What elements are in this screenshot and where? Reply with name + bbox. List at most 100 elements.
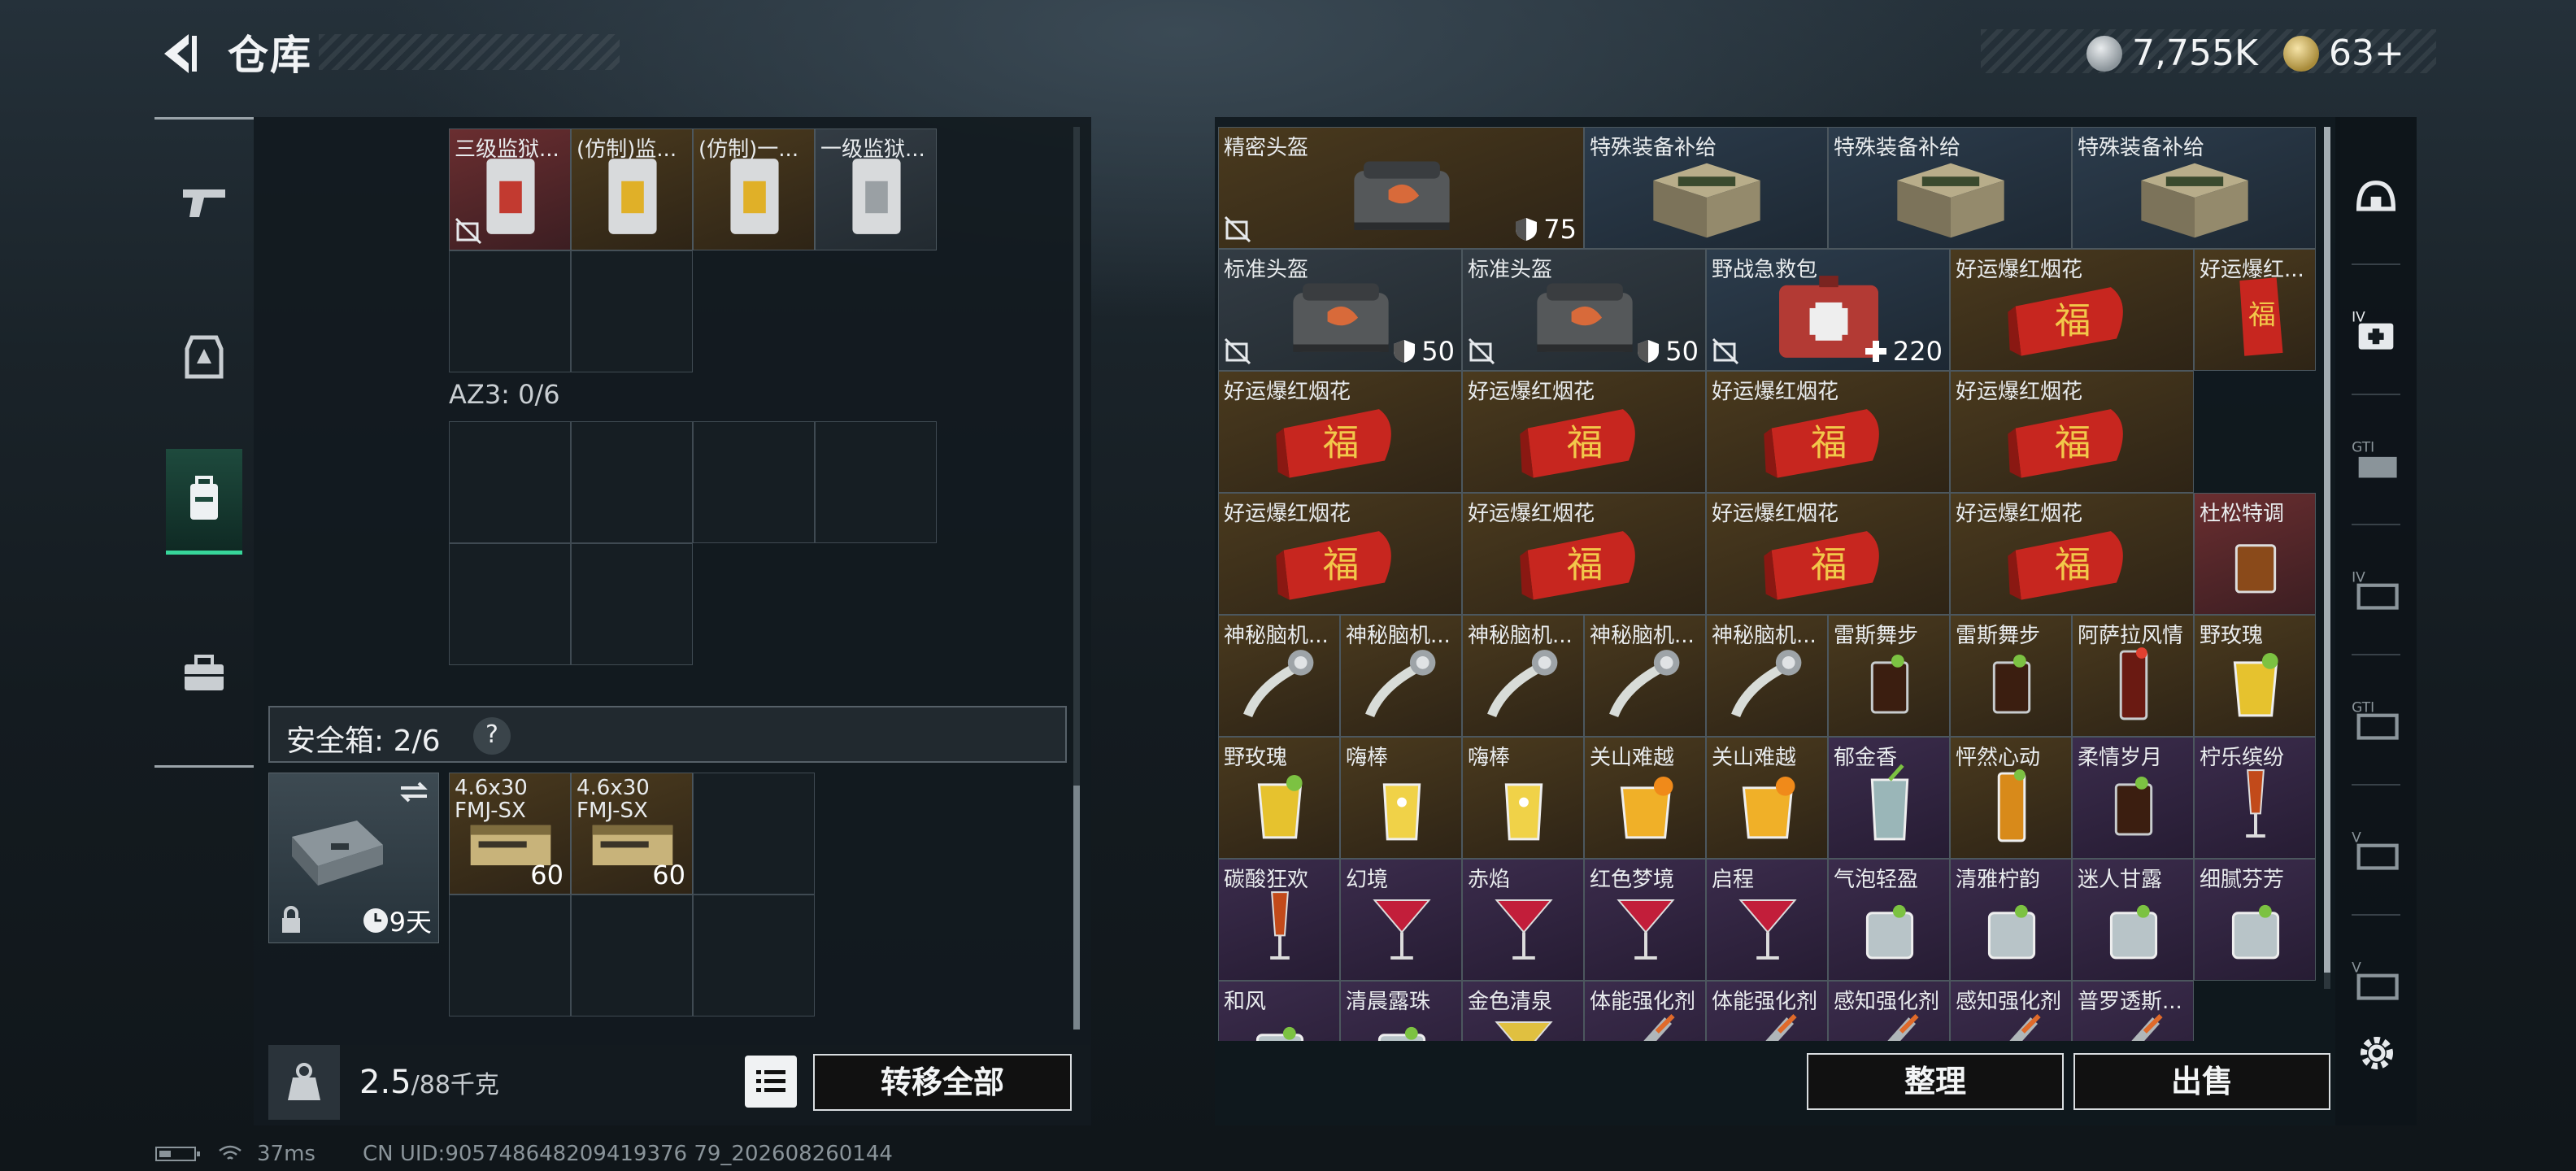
sell-button[interactable]: 出售	[2073, 1053, 2330, 1110]
ammo-item[interactable]: 4.6x30 FMJ-SX 60	[449, 773, 571, 895]
nav-case[interactable]	[166, 621, 242, 727]
grid-cell[interactable]	[449, 250, 571, 372]
storage-tab-3[interactable]: GTI	[2343, 426, 2408, 491]
storage-item[interactable]: 野玫瑰	[1218, 737, 1340, 859]
sort-button[interactable]: 整理	[1807, 1053, 2064, 1110]
storage-item[interactable]: 清雅柠韵	[1950, 859, 2072, 981]
storage-item[interactable]: 迷人甘露	[2072, 859, 2194, 981]
storage-item[interactable]: 启程	[1706, 859, 1828, 981]
az3-capacity: AZ3: 0/6	[449, 379, 560, 410]
transfer-all-button[interactable]: 转移全部	[813, 1054, 1072, 1111]
keycard-item[interactable]: 三级监狱...	[449, 128, 571, 250]
storage-item[interactable]: 阿萨拉风情	[2072, 615, 2194, 737]
grid-cell[interactable]	[571, 250, 693, 372]
storage-item[interactable]: 红色梦境	[1584, 859, 1706, 981]
storage-item[interactable]: 杜松特调	[2194, 493, 2316, 615]
storage-item[interactable]: 标准头盔 50	[1462, 249, 1706, 371]
item-label: 好运爆红烟花	[1956, 380, 2083, 404]
storage-item[interactable]: 感知强化剂	[1828, 981, 1950, 1041]
storage-item[interactable]: 特殊装备补给	[2072, 127, 2316, 249]
grid-cell[interactable]	[449, 421, 571, 543]
storage-item[interactable]: 感知强化剂	[1950, 981, 2072, 1041]
grid-cell[interactable]	[693, 895, 815, 1016]
storage-item[interactable]: 福 好运爆红烟花	[1462, 493, 1706, 615]
swap-icon[interactable]	[398, 780, 430, 804]
storage-item[interactable]: 福 好运爆红烟花	[1706, 493, 1950, 615]
storage-item[interactable]: 福 好运爆红烟花	[1462, 371, 1706, 493]
storage-item[interactable]: 碳酸狂欢	[1218, 859, 1340, 981]
storage-item[interactable]: 神秘脑机...	[1584, 615, 1706, 737]
storage-item[interactable]: 细腻芬芳	[2194, 859, 2316, 981]
nav-backpack[interactable]	[166, 449, 242, 555]
storage-item[interactable]: 标准头盔 50	[1218, 249, 1462, 371]
storage-tab-1[interactable]	[2343, 166, 2408, 231]
category-nav	[154, 117, 254, 768]
grid-cell[interactable]	[449, 895, 571, 1016]
storage-item[interactable]: 柠乐缤纷	[2194, 737, 2316, 859]
storage-tab-6[interactable]: V	[2343, 816, 2408, 882]
storage-item[interactable]: 雷斯舞步	[1828, 615, 1950, 737]
storage-item[interactable]: 幻境	[1340, 859, 1462, 981]
grid-cell[interactable]	[693, 421, 815, 543]
storage-item[interactable]: 神秘脑机...	[1706, 615, 1828, 737]
storage-item[interactable]: 福 好运爆红...	[2194, 249, 2316, 371]
storage-item[interactable]: 体能强化剂	[1584, 981, 1706, 1041]
settings-gear-icon[interactable]	[2355, 1031, 2399, 1075]
storage-item[interactable]: 关山难越	[1706, 737, 1828, 859]
back-button[interactable]	[153, 28, 205, 80]
storage-item[interactable]: 嗨棒	[1462, 737, 1584, 859]
storage-item[interactable]: 野玫瑰	[2194, 615, 2316, 737]
storage-tab-4[interactable]: IV	[2343, 556, 2408, 621]
storage-item[interactable]: 清晨露珠	[1340, 981, 1462, 1041]
storage-tab-2[interactable]: IV	[2343, 296, 2408, 361]
storage-item[interactable]: 精密头盔 75	[1218, 127, 1584, 249]
help-button[interactable]: ?	[473, 717, 511, 755]
storage-item[interactable]: 郁金香	[1828, 737, 1950, 859]
storage-item[interactable]: 神秘脑机...	[1340, 615, 1462, 737]
storage-item[interactable]: 福 好运爆红烟花	[1218, 493, 1462, 615]
storage-scrollbar[interactable]	[2324, 127, 2330, 989]
grid-cell[interactable]	[571, 543, 693, 665]
grid-cell[interactable]	[571, 421, 693, 543]
storage-item[interactable]: 神秘脑机...	[1462, 615, 1584, 737]
keycard-item[interactable]: (仿制)监...	[571, 128, 693, 250]
storage-item[interactable]: 福 好运爆红烟花	[1218, 371, 1462, 493]
storage-item[interactable]: 和风	[1218, 981, 1340, 1041]
storage-item[interactable]: 福 好运爆红烟花	[1950, 493, 2194, 615]
storage-item[interactable]: 特殊装备补给	[1584, 127, 1828, 249]
storage-item[interactable]: 怦然心动	[1950, 737, 2072, 859]
item-label: 感知强化剂	[1834, 990, 1940, 1014]
storage-item[interactable]: 福 好运爆红烟花	[1950, 249, 2194, 371]
storage-tab-5[interactable]: GTI	[2343, 686, 2408, 751]
storage-item[interactable]: 雷斯舞步	[1950, 615, 2072, 737]
storage-item[interactable]: 嗨棒	[1340, 737, 1462, 859]
backpack-scrollbar[interactable]	[1073, 127, 1080, 1030]
storage-tab-7[interactable]: V	[2343, 947, 2408, 1012]
ammo-item[interactable]: 4.6x30 FMJ-SX 60	[571, 773, 693, 895]
storage-item[interactable]: 福 好运爆红烟花	[1706, 371, 1950, 493]
keycard-item[interactable]: (仿制)一...	[693, 128, 815, 250]
list-view-button[interactable]	[745, 1056, 797, 1108]
storage-item[interactable]: 普罗透斯...	[2072, 981, 2194, 1041]
storage-item[interactable]: 福 好运爆红烟花	[1950, 371, 2194, 493]
grid-cell[interactable]	[571, 895, 693, 1016]
safe-box-case[interactable]: 9天	[268, 773, 439, 943]
storage-item[interactable]: 金色清泉	[1462, 981, 1584, 1041]
storage-item[interactable]: 特殊装备补给	[1828, 127, 2072, 249]
svg-text:福: 福	[1323, 543, 1360, 586]
storage-item[interactable]: 野战急救包 220	[1706, 249, 1950, 371]
keycard-item[interactable]: 一级监狱...	[815, 128, 937, 250]
grid-cell[interactable]	[815, 421, 937, 543]
nav-weapons[interactable]	[166, 150, 242, 255]
weight-lock[interactable]	[268, 1045, 340, 1120]
storage-item[interactable]: 体能强化剂	[1706, 981, 1828, 1041]
nav-armor[interactable]	[166, 304, 242, 410]
storage-item[interactable]: 气泡轻盈	[1828, 859, 1950, 981]
storage-item[interactable]: 赤焰	[1462, 859, 1584, 981]
currency-gold[interactable]: 63+	[2283, 33, 2404, 74]
grid-cell[interactable]	[449, 543, 571, 665]
grid-cell[interactable]	[693, 773, 815, 895]
storage-item[interactable]: 柔情岁月	[2072, 737, 2194, 859]
storage-item[interactable]: 神秘脑机...	[1218, 615, 1340, 737]
storage-item[interactable]: 关山难越	[1584, 737, 1706, 859]
